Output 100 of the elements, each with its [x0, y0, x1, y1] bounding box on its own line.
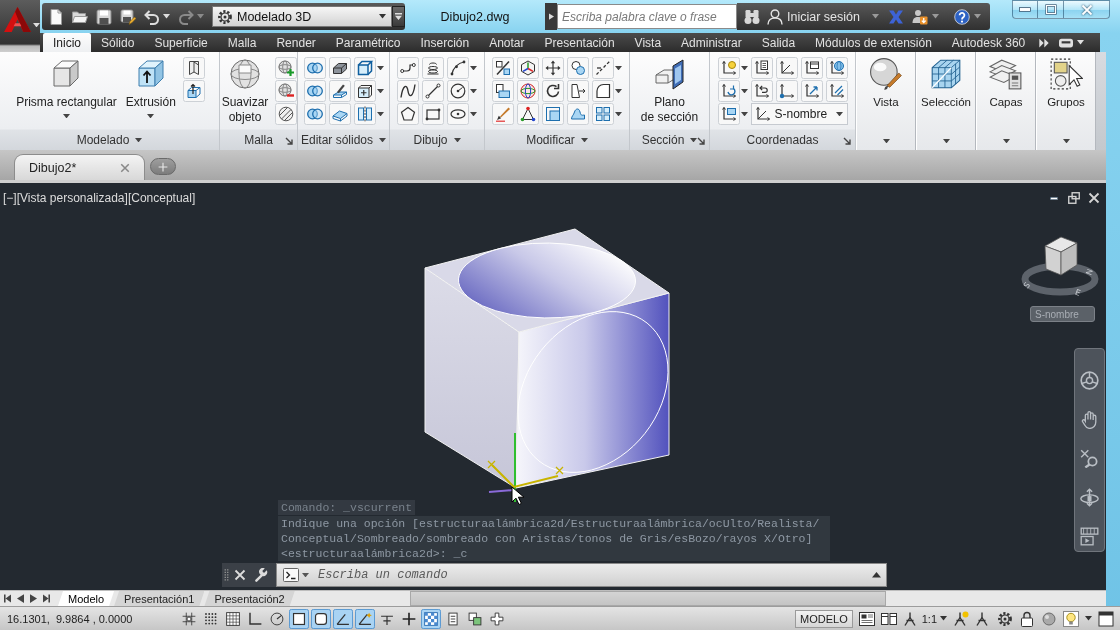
diagonal-boxes-icon[interactable] [492, 57, 514, 79]
corner-arrow-icon[interactable] [843, 137, 851, 145]
first-arrow-icon[interactable] [4, 594, 11, 603]
horizontal-scrollbar[interactable] [410, 591, 886, 606]
angle-icon[interactable] [333, 608, 353, 629]
axes-window-icon[interactable] [800, 57, 823, 79]
maximize-button[interactable] [1038, 0, 1064, 19]
cube-outline-icon[interactable] [353, 57, 376, 79]
axes-globe-icon[interactable] [825, 57, 848, 79]
ribbon-tab[interactable]: Autodesk 360 [941, 33, 1036, 52]
panel-title[interactable]: Sección [641, 133, 685, 147]
caret-icon[interactable] [615, 65, 622, 71]
left-arrow-icon[interactable] [17, 594, 24, 603]
overlapping-circles-icon[interactable] [303, 103, 326, 125]
panel-title[interactable]: Editar sólidos [300, 133, 373, 147]
move-arrows-icon[interactable] [542, 57, 564, 79]
close-button[interactable] [1064, 0, 1110, 19]
axes-bulb-icon[interactable] [717, 57, 740, 79]
hexagon-axes-icon[interactable] [517, 57, 539, 79]
binoculars-icon[interactable] [744, 8, 760, 25]
restore-icon[interactable] [1068, 192, 1080, 204]
rounded-square-icon[interactable] [311, 608, 331, 629]
spline-icon[interactable] [397, 80, 419, 102]
angle-spark-icon[interactable] [355, 608, 375, 629]
caret-icon[interactable] [163, 14, 170, 19]
sphere-icon[interactable] [1041, 610, 1057, 627]
minimize-icon[interactable] [1048, 196, 1060, 200]
new-file-icon[interactable] [48, 8, 64, 25]
bulb-icon[interactable] [1063, 610, 1079, 627]
play-frame-icon[interactable] [1080, 527, 1099, 546]
four-squares-icon[interactable] [592, 103, 614, 125]
rectangle-icon[interactable] [422, 103, 444, 125]
right-arrow-icon[interactable] [30, 594, 37, 603]
caret-icon[interactable] [379, 137, 386, 143]
compass-letter[interactable]: S [1022, 280, 1033, 291]
caret-icon[interactable] [1077, 40, 1085, 45]
ribbon-tab[interactable]: Superficie [144, 33, 218, 52]
slab-icon[interactable] [328, 103, 351, 125]
padlock-icon[interactable] [1019, 610, 1035, 627]
collapsed-panel-button[interactable]: Vista [856, 52, 916, 150]
collapsed-panel-button[interactable]: Selección [916, 52, 976, 150]
corner-arrow-icon[interactable] [697, 137, 705, 145]
ribbon-tab[interactable]: Sólido [91, 33, 145, 52]
help-icon[interactable] [953, 8, 970, 25]
ribbon-tab[interactable]: Paramétrico [325, 33, 411, 52]
compass-letter[interactable]: E [1073, 287, 1082, 298]
workspace-dropdown[interactable]: Modelado 3D [212, 6, 392, 27]
redo-icon[interactable] [178, 8, 194, 25]
double-arrow-icon[interactable] [1039, 37, 1050, 48]
trapezoid-icon[interactable] [567, 80, 589, 102]
viewport-control[interactable]: [Vista personalizada] [16, 191, 128, 205]
axes-square-icon[interactable] [717, 103, 740, 125]
up-caret-icon[interactable] [872, 572, 881, 578]
checker-icon[interactable] [421, 608, 441, 629]
overlapping-circles-icon[interactable] [303, 57, 326, 79]
search-field[interactable]: Escriba palabra clave o frase [557, 4, 737, 29]
ribbon-tab[interactable]: Anotar [479, 33, 535, 52]
caret-icon[interactable] [1085, 616, 1092, 621]
caret-icon[interactable] [470, 88, 477, 94]
app-menu-button[interactable] [0, 0, 40, 52]
panel-title[interactable]: Malla [244, 133, 273, 147]
caret-icon[interactable] [135, 137, 143, 143]
ribbon-tab[interactable]: Módulos de extensión [805, 33, 942, 52]
axes-undo-icon[interactable] [750, 80, 773, 102]
axes-rotate-icon[interactable] [717, 80, 740, 102]
panel-title[interactable]: Coordenadas [746, 133, 819, 147]
collapsed-panel-button[interactable]: Grupos [1036, 52, 1096, 150]
caret-icon[interactable] [302, 572, 309, 578]
caret-icon[interactable] [470, 65, 477, 71]
helix-icon[interactable] [422, 57, 444, 79]
magnifier-icon[interactable] [1080, 449, 1099, 468]
window-icon[interactable] [1098, 610, 1114, 627]
axes-lines-icon[interactable] [825, 80, 848, 102]
orbit-icon[interactable] [1080, 488, 1099, 507]
large-tool-button[interactable]: Plano de sección [638, 57, 701, 125]
ribbon-tab[interactable]: Inserción [410, 33, 480, 52]
polyline-icon[interactable] [397, 57, 419, 79]
save-as-icon[interactable] [120, 8, 136, 25]
ribbon-tab[interactable]: Render [266, 33, 326, 52]
ribbon-tab[interactable]: Presentación [534, 33, 625, 52]
user-download-icon[interactable] [911, 8, 928, 25]
arc-icon[interactable] [447, 57, 469, 79]
caret-icon[interactable] [453, 137, 461, 143]
viewport-control[interactable]: [Conceptual] [127, 191, 196, 205]
axes-icon[interactable] [775, 57, 798, 79]
caret-icon[interactable] [740, 111, 748, 117]
drafting-compass-sun-icon[interactable] [953, 610, 969, 627]
panel-title[interactable]: Modificar [526, 133, 575, 147]
caret-icon[interactable] [376, 111, 384, 117]
caret-icon[interactable] [470, 111, 477, 117]
compass-letter[interactable]: N [1084, 267, 1095, 277]
solid-block-icon[interactable] [328, 57, 351, 79]
hand-icon[interactable] [1080, 410, 1099, 429]
split-box-icon[interactable] [353, 103, 376, 125]
layout-tab[interactable]: Presentación1 [114, 591, 205, 606]
expand-search-button[interactable] [545, 3, 557, 30]
steering-wheel-icon[interactable] [1080, 371, 1099, 390]
circle-icon[interactable] [447, 80, 469, 102]
triangle-nodes-icon[interactable] [517, 103, 539, 125]
caret-icon[interactable] [615, 88, 622, 94]
